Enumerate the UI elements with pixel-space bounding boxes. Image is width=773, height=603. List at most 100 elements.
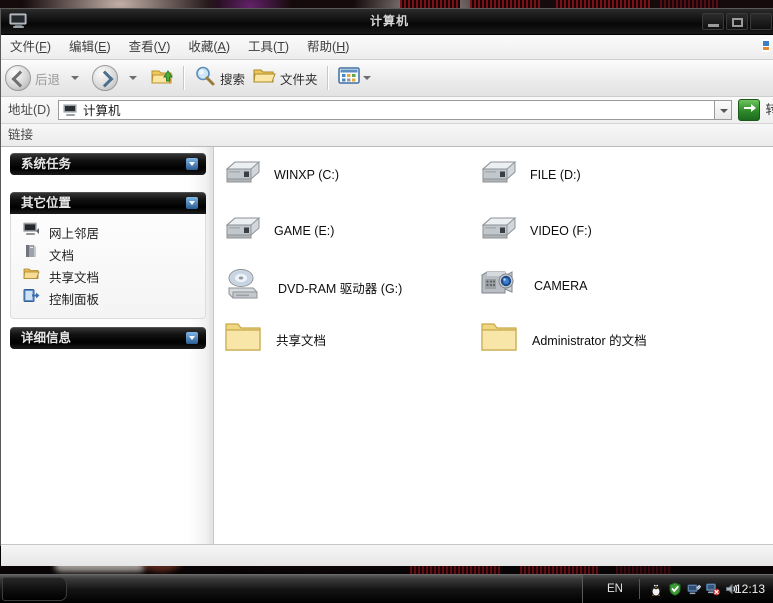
folders-label: 文件夹 xyxy=(280,72,318,87)
menu-item-favorites[interactable]: 收藏(A) xyxy=(179,35,239,59)
menu-item-help[interactable]: 帮助(H) xyxy=(298,35,358,59)
menu-item-tools[interactable]: 工具(T) xyxy=(239,35,298,59)
network-icon xyxy=(23,222,40,242)
address-value: 计算机 xyxy=(83,104,121,118)
close-button[interactable] xyxy=(750,13,772,30)
toolbar-separator xyxy=(183,66,186,90)
drive-item-d[interactable]: FILE (D:) xyxy=(479,155,581,194)
hard-drive-icon xyxy=(223,155,263,194)
chevron-toggle-icon[interactable] xyxy=(186,197,198,209)
search-button[interactable]: 搜索 xyxy=(190,60,249,96)
file-item-label: FILE (D:) xyxy=(530,167,581,182)
sidebar-item-network[interactable]: 网上邻居 xyxy=(11,221,205,243)
sidebar-item-shared-documents[interactable]: 共享文档 xyxy=(11,265,205,287)
address-bar: 地址(D) 计算机 转 xyxy=(1,97,773,124)
start-button[interactable] xyxy=(2,577,67,601)
sidebar-item-label: 控制面板 xyxy=(49,292,100,307)
hard-drive-icon xyxy=(223,211,263,250)
minimize-button[interactable] xyxy=(702,13,724,30)
panel-header-system-tasks[interactable]: 系统任务 xyxy=(10,153,206,175)
panel-header-other-places[interactable]: 其它位置 xyxy=(10,192,206,214)
menu-item-edit[interactable]: 编辑(E) xyxy=(60,35,120,59)
search-icon xyxy=(194,65,216,92)
computer-icon xyxy=(63,104,78,117)
forward-dropdown[interactable] xyxy=(122,60,146,96)
taskbar: EN 12:13 xyxy=(0,574,773,603)
up-folder-icon xyxy=(150,65,174,92)
file-list: WINXP (C:) FILE (D:) GAME (E:) VIDEO (F:… xyxy=(214,147,773,544)
address-label: 地址(D) xyxy=(8,103,51,117)
panel-details: 详细信息 xyxy=(10,327,206,349)
back-dropdown[interactable] xyxy=(64,60,88,96)
folders-button[interactable]: 文件夹 xyxy=(249,60,322,96)
folder-icon xyxy=(253,66,276,91)
system-tray: EN 12:13 xyxy=(582,575,773,603)
file-item-label: WINXP (C:) xyxy=(274,167,340,182)
documents-icon xyxy=(23,244,40,264)
sidebar-item-control-panel[interactable]: 控制面板 xyxy=(11,287,205,309)
file-item-label: DVD-RAM 驱动器 (G:) xyxy=(278,282,403,296)
folder-icon xyxy=(223,319,265,360)
panel-system-tasks: 系统任务 xyxy=(10,153,206,175)
language-indicator[interactable]: EN xyxy=(607,575,623,603)
links-bar[interactable]: 链接 xyxy=(1,124,773,147)
hard-drive-icon xyxy=(479,155,519,194)
panel-body-other-places: 网上邻居 文档 共享文档 控制面板 xyxy=(10,214,206,319)
drive-item-e[interactable]: GAME (E:) xyxy=(223,211,334,250)
menu-item-file[interactable]: 文件(F) xyxy=(1,35,60,59)
camera-item[interactable]: CAMERA xyxy=(479,265,587,306)
menu-item-view[interactable]: 查看(V) xyxy=(120,35,180,59)
chevron-toggle-icon[interactable] xyxy=(186,332,198,344)
file-item-label: GAME (E:) xyxy=(274,223,335,238)
search-label: 搜索 xyxy=(220,72,246,87)
sidebar: 系统任务 其它位置 网上邻居 文档 共享文档 控制面板 详细信息 xyxy=(1,147,214,544)
shield-icon[interactable] xyxy=(668,582,682,596)
folder-item-administrator-documents[interactable]: Administrator 的文档 xyxy=(479,319,647,360)
chevron-down-icon xyxy=(71,76,80,80)
panel-title: 详细信息 xyxy=(21,331,72,345)
forward-button[interactable] xyxy=(88,60,122,96)
window-body: 系统任务 其它位置 网上邻居 文档 共享文档 控制面板 详细信息 WINXP (… xyxy=(1,147,773,544)
up-button[interactable] xyxy=(146,60,178,96)
panel-title: 系统任务 xyxy=(21,157,72,171)
drive-item-f[interactable]: VIDEO (F:) xyxy=(479,211,592,250)
shared-folder-icon xyxy=(23,266,40,286)
address-input[interactable]: 计算机 xyxy=(58,100,714,120)
optical-drive-icon xyxy=(223,265,267,310)
views-icon xyxy=(337,66,360,90)
file-item-label: CAMERA xyxy=(534,278,588,293)
penguin-icon[interactable] xyxy=(649,582,663,596)
sidebar-item-documents[interactable]: 文档 xyxy=(11,243,205,265)
file-item-label: 共享文档 xyxy=(276,334,327,348)
go-arrow-icon xyxy=(744,104,756,112)
network-activity-icon[interactable] xyxy=(687,582,702,596)
brand-logo-icon xyxy=(758,37,773,57)
panel-header-details[interactable]: 详细信息 xyxy=(10,327,206,349)
status-bar xyxy=(1,544,773,566)
back-button[interactable]: 后退 xyxy=(1,60,64,96)
control-panel-icon xyxy=(23,288,40,308)
toolbar: 后退 搜索 文件夹 xyxy=(1,60,773,97)
back-label: 后退 xyxy=(35,72,61,87)
title-bar[interactable]: 计算机 xyxy=(1,9,773,35)
hard-drive-icon xyxy=(479,211,519,250)
clock[interactable]: 12:13 xyxy=(735,575,765,603)
drive-item-c[interactable]: WINXP (C:) xyxy=(223,155,339,194)
toolbar-separator xyxy=(326,66,329,90)
links-label: 链接 xyxy=(8,128,34,142)
go-button[interactable] xyxy=(738,99,760,121)
camera-icon xyxy=(479,265,523,306)
sidebar-item-label: 共享文档 xyxy=(49,270,100,285)
chevron-down-icon xyxy=(129,76,138,80)
drive-item-g[interactable]: DVD-RAM 驱动器 (G:) xyxy=(223,265,402,310)
network-error-icon[interactable] xyxy=(706,582,720,596)
explorer-window: 计算机 文件(F) 编辑(E) 查看(V) 收藏(A) 工具(T) 帮助(H) … xyxy=(0,8,773,566)
sidebar-item-label: 网上邻居 xyxy=(49,226,100,241)
folder-item-shared-documents[interactable]: 共享文档 xyxy=(223,319,326,360)
panel-title: 其它位置 xyxy=(21,196,72,210)
address-dropdown-button[interactable] xyxy=(714,100,732,120)
chevron-toggle-icon[interactable] xyxy=(186,158,198,170)
views-button[interactable] xyxy=(334,60,380,96)
maximize-button[interactable] xyxy=(726,13,748,30)
tray-separator xyxy=(639,579,640,599)
